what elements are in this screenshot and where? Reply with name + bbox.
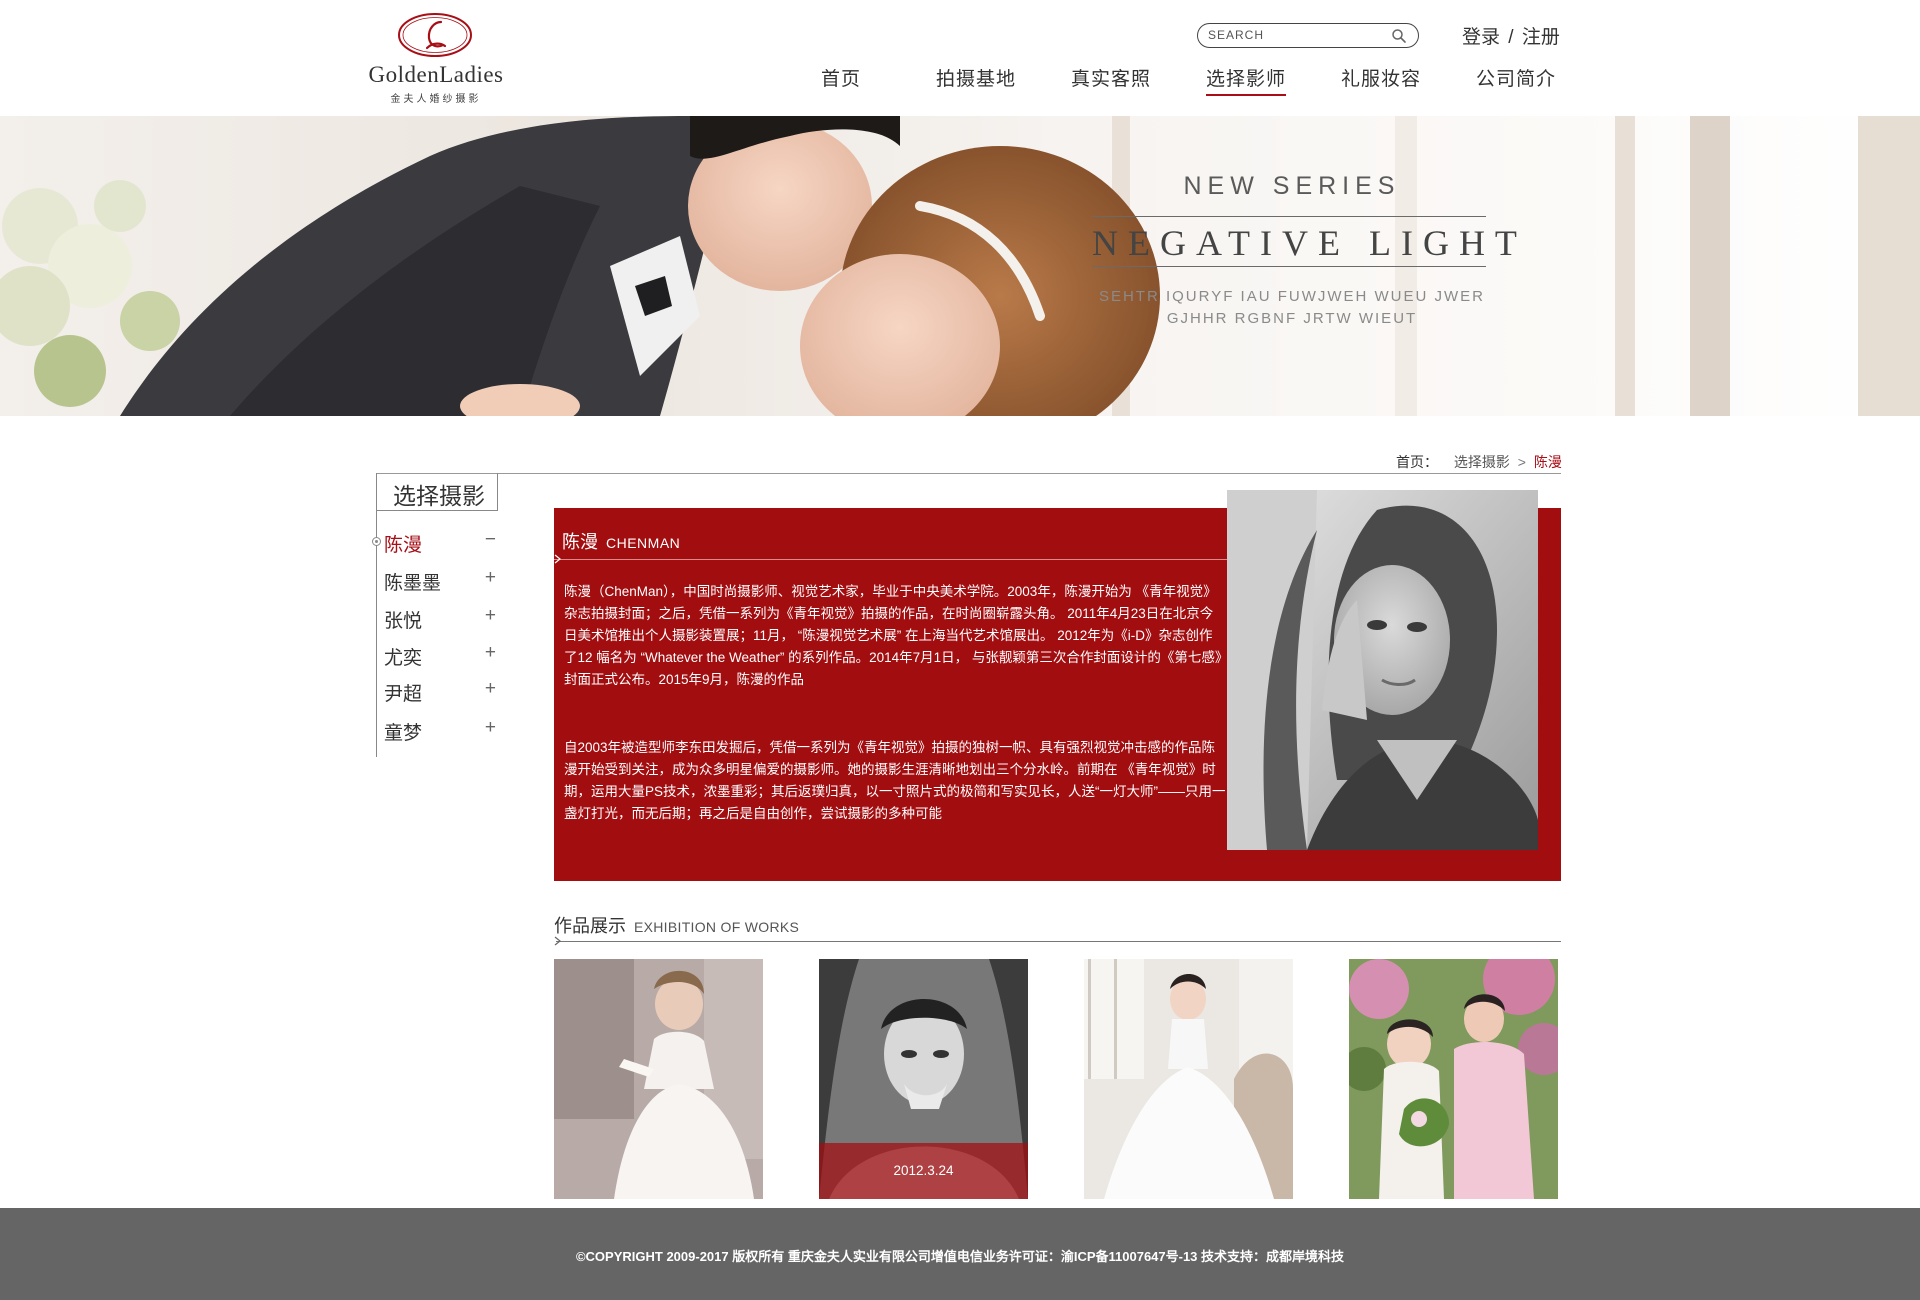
- auth-separator: /: [1508, 27, 1514, 48]
- hero-banner: NEW SERIES NEGATIVE LIGHT SEHTR IQURYF I…: [0, 116, 1920, 416]
- logo-brand-text: GoldenLadies: [368, 62, 504, 87]
- banner-title: NEGATIVE LIGHT: [1092, 223, 1527, 263]
- search-icon[interactable]: [1391, 28, 1407, 44]
- sidebar-active-marker-icon: [372, 537, 381, 546]
- sidebar-title: 选择摄影: [393, 483, 485, 509]
- work-thumbnail-3[interactable]: [1084, 959, 1293, 1199]
- sidebar-item-label: 陈漫: [384, 535, 423, 556]
- works-divider: [556, 941, 1561, 942]
- search-input[interactable]: [1208, 26, 1388, 44]
- site-footer: ©COPYRIGHT 2009-2017 版权所有 重庆金夫人实业有限公司增值电…: [0, 1208, 1920, 1300]
- sidebar-item-yinchao[interactable]: 尹超 +: [384, 678, 504, 705]
- work-thumbnail-1[interactable]: [554, 959, 763, 1199]
- logo-subtitle: 金夫人婚纱摄影: [390, 94, 482, 105]
- breadcrumb-section[interactable]: 选择摄影: [1454, 454, 1510, 470]
- profile-divider: [554, 559, 1228, 560]
- banner-series-label: NEW SERIES: [1183, 172, 1401, 200]
- profile-paragraph-2: 自2003年被造型师李东田发掘后，凭借一系列为《青年视觉》拍摄的独树一帜、具有强…: [564, 740, 1226, 821]
- nav-item-locations[interactable]: 拍摄基地: [936, 64, 1016, 96]
- works-title-en: EXHIBITION OF WORKS: [634, 919, 800, 935]
- sidebar-item-label: 尤奕: [384, 648, 423, 669]
- expand-icon[interactable]: +: [485, 717, 496, 739]
- banner-divider-bottom: [1092, 266, 1486, 267]
- sidebar-item-label: 张悦: [384, 611, 423, 632]
- expand-icon[interactable]: +: [485, 605, 496, 627]
- breadcrumb-current: 陈漫: [1533, 454, 1562, 470]
- work-date-caption: 2012.3.24: [819, 1143, 1028, 1199]
- banner-subtitle-line1: SEHTR IQURYF IAU FUWJWEH WUEU JWER: [1098, 288, 1486, 305]
- chevron-right-icon: [554, 554, 561, 564]
- banner-photo: [0, 116, 1920, 416]
- banner-subtitle: SEHTR IQURYF IAU FUWJWEH WUEU JWER GJHHR…: [1092, 286, 1492, 330]
- banner-divider-top: [1092, 216, 1486, 217]
- photographer-portrait: [1227, 490, 1538, 850]
- auth-links: 登录 / 注册: [1462, 22, 1560, 49]
- logo[interactable]: GoldenLadies 金夫人婚纱摄影: [360, 12, 512, 105]
- expand-icon[interactable]: +: [485, 567, 496, 589]
- profile-name-en: CHENMAN: [606, 535, 681, 551]
- chevron-right-icon: [554, 936, 561, 946]
- nav-item-photographers[interactable]: 选择影师: [1206, 64, 1287, 96]
- sidebar-item-label: 童梦: [384, 723, 423, 744]
- works-heading: 作品展示 EXHIBITION OF WORKS: [554, 912, 799, 938]
- nav-item-home[interactable]: 首页: [821, 64, 861, 96]
- work-thumbnail-2[interactable]: 2012.3.24: [819, 959, 1028, 1199]
- register-link[interactable]: 注册: [1522, 27, 1560, 48]
- sidebar-title-box: 选择摄影: [376, 473, 498, 511]
- profile-paragraph-1: 陈漫（ChenMan），中国时尚摄影师、视觉艺术家，毕业于中央美术学院。2003…: [564, 584, 1222, 687]
- banner-subtitle-line2: GJHHR RGBNF JRTW WIEUT: [1166, 310, 1418, 327]
- works-title-cn: 作品展示: [554, 916, 626, 936]
- work-thumbnail-4[interactable]: [1349, 959, 1558, 1199]
- nav-item-client-photos[interactable]: 真实客照: [1071, 64, 1151, 96]
- sidebar-item-tongmeng[interactable]: 童梦 +: [384, 717, 504, 744]
- logo-emblem-icon: [398, 13, 472, 57]
- search-box: [1197, 23, 1419, 48]
- sidebar-item-zhangyue[interactable]: 张悦 +: [384, 605, 504, 632]
- breadcrumb-home[interactable]: 首页：: [1396, 454, 1438, 470]
- expand-icon[interactable]: +: [485, 678, 496, 700]
- collapse-icon[interactable]: −: [485, 529, 496, 551]
- site-header: GoldenLadies 金夫人婚纱摄影 登录 / 注册 首页 拍摄基地 真实客…: [0, 0, 1920, 116]
- nav-item-gowns-makeup[interactable]: 礼服妆容: [1341, 64, 1421, 96]
- sidebar-item-chenmomo[interactable]: 陈墨墨 +: [384, 567, 504, 594]
- breadcrumb-separator: >: [1517, 454, 1526, 470]
- login-link[interactable]: 登录: [1462, 27, 1500, 48]
- breadcrumb-divider: [376, 473, 1561, 474]
- sidebar-item-label: 陈墨墨: [384, 573, 442, 594]
- sidebar-rail: [376, 511, 377, 757]
- sidebar-item-chenman[interactable]: 陈漫 −: [384, 529, 504, 556]
- nav-item-about[interactable]: 公司简介: [1476, 64, 1556, 96]
- sidebar-item-label: 尹超: [384, 684, 423, 705]
- sidebar-item-youyi[interactable]: 尤奕 +: [384, 642, 504, 669]
- profile-name: 陈漫 CHENMAN: [562, 528, 680, 554]
- expand-icon[interactable]: +: [485, 642, 496, 664]
- copyright-text: ©COPYRIGHT 2009-2017 版权所有 重庆金夫人实业有限公司增值电…: [575, 1249, 1345, 1264]
- breadcrumb: 首页： 选择摄影 > 陈漫: [1396, 452, 1562, 472]
- profile-name-cn: 陈漫: [562, 532, 598, 552]
